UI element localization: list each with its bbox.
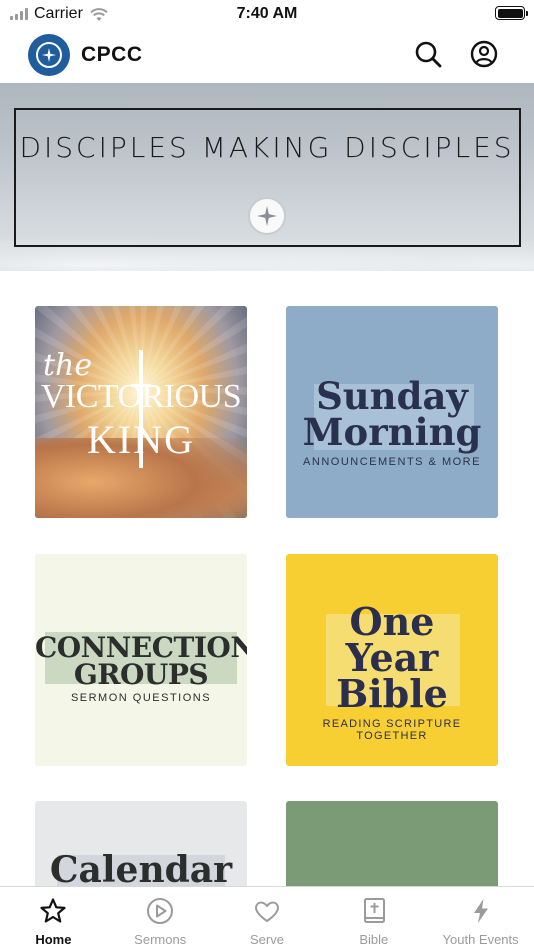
tile-one-year-bible[interactable]: One Year Bible READING SCRIPTURE TOGETHE… bbox=[286, 554, 498, 766]
heart-icon bbox=[253, 897, 281, 925]
account-button[interactable] bbox=[468, 38, 500, 70]
hero-banner[interactable]: DISCIPLES MAKING DISCIPLES bbox=[0, 83, 534, 271]
tab-bar: Home Sermons Serve Bible Youth Events bbox=[0, 886, 534, 950]
battery-icon bbox=[495, 6, 528, 20]
tile-subtitle: SERMON QUESTIONS bbox=[70, 692, 212, 704]
status-bar: Carrier 7:40 AM bbox=[0, 0, 534, 28]
tile-title-king: KING bbox=[87, 417, 195, 462]
status-time: 7:40 AM bbox=[236, 5, 298, 22]
account-icon bbox=[470, 40, 498, 68]
tile-title-line: CONNECTION bbox=[35, 631, 247, 664]
tab-serve[interactable]: Serve bbox=[214, 887, 321, 950]
tile-victorious-king[interactable]: the VICTORIOUS KING bbox=[35, 306, 247, 518]
tab-sermons[interactable]: Sermons bbox=[107, 887, 214, 950]
search-icon bbox=[415, 41, 442, 68]
app-title: CPCC bbox=[81, 43, 143, 66]
tile-subtitle: READING SCRIPTURE TOGETHER bbox=[322, 718, 462, 742]
hero-text: DISCIPLES MAKING DISCIPLES bbox=[19, 131, 515, 164]
tile-title: One Year Bible bbox=[286, 603, 498, 716]
tile-connection-groups[interactable]: CONNECTION GROUPS SERMON QUESTIONS bbox=[35, 554, 247, 766]
tile-title-line: Morning bbox=[302, 410, 482, 454]
tile-title: CONNECTION GROUPS bbox=[35, 631, 247, 691]
tile-calendar[interactable]: Calendar bbox=[35, 801, 247, 891]
tab-label: Bible bbox=[359, 932, 389, 947]
compass-star-icon bbox=[36, 42, 62, 68]
tile-sunday-morning[interactable]: Sunday Morning ANNOUNCEMENTS & MORE bbox=[286, 306, 498, 518]
tab-bible[interactable]: Bible bbox=[320, 887, 427, 950]
tile-green[interactable] bbox=[286, 801, 498, 891]
tile-title-victorious: VICTORIOUS bbox=[40, 378, 242, 415]
tile-subtitle: ANNOUNCEMENTS & MORE bbox=[303, 456, 481, 468]
bolt-icon bbox=[467, 897, 495, 925]
tile-title-line: GROUPS bbox=[73, 658, 209, 691]
bible-icon bbox=[360, 897, 388, 925]
tile-title: Sunday Morning bbox=[286, 374, 498, 454]
play-circle-icon bbox=[146, 897, 174, 925]
search-button[interactable] bbox=[412, 38, 444, 70]
tab-label: Sermons bbox=[134, 932, 187, 947]
tile-title: Calendar bbox=[49, 849, 233, 891]
tab-label: Serve bbox=[250, 932, 284, 947]
tab-youth-events[interactable]: Youth Events bbox=[427, 887, 534, 950]
tile-title-line: Bible bbox=[336, 671, 448, 716]
compass-star-icon bbox=[248, 197, 286, 235]
logo[interactable] bbox=[28, 34, 70, 76]
tab-label: Youth Events bbox=[442, 932, 519, 947]
tab-home[interactable]: Home bbox=[0, 887, 107, 950]
tab-label: Home bbox=[35, 932, 72, 947]
app-header: CPCC bbox=[0, 30, 534, 82]
star-icon bbox=[39, 897, 67, 925]
tile-title-line: Sunday bbox=[316, 374, 468, 418]
